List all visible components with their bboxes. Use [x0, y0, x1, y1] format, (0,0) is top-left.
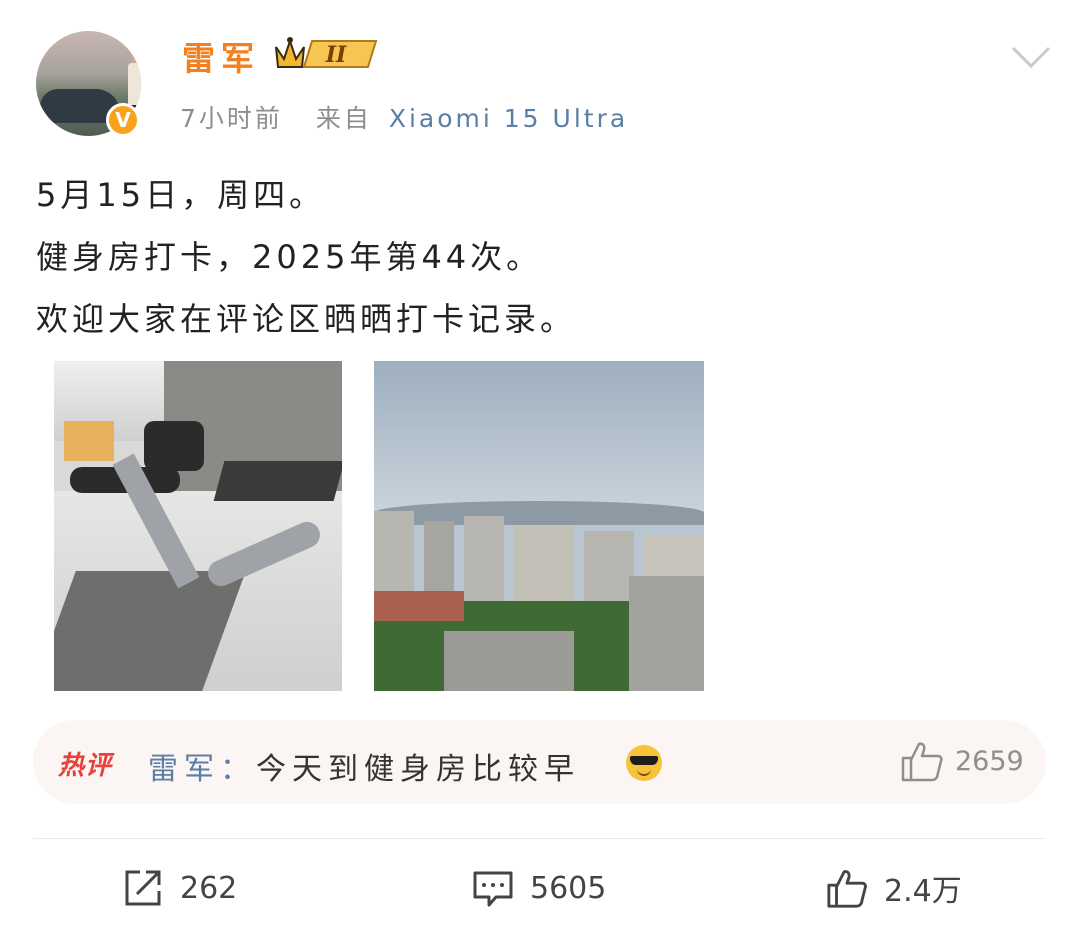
- thumbs-up-icon[interactable]: [900, 740, 944, 782]
- divider: [33, 838, 1046, 839]
- gym-sign: [64, 421, 114, 461]
- building: [444, 631, 574, 691]
- post-meta: 7小时前 来自 Xiaomi 15 Ultra: [180, 99, 628, 135]
- share-count: 262: [180, 870, 238, 906]
- share-button[interactable]: 262: [122, 866, 237, 910]
- post-line: 5月15日，周四。: [36, 176, 326, 214]
- sky: [374, 361, 704, 511]
- from-label: 来自: [315, 104, 372, 133]
- building: [464, 516, 504, 611]
- hot-comment-like-count: 2659: [955, 746, 1024, 777]
- comment-icon: [473, 871, 513, 907]
- hot-comment-body: 今天到健身房比较早: [256, 752, 580, 787]
- post-line: 欢迎大家在评论区晒晒打卡记录。: [36, 300, 577, 338]
- post-content: 5月15日，周四。 健身房打卡，2025年第44次。 欢迎大家在评论区晒晒打卡记…: [36, 164, 576, 350]
- comment-count: 5605: [530, 870, 607, 906]
- building: [584, 531, 634, 611]
- like-icon: [827, 870, 867, 908]
- machine-seat: [144, 421, 204, 471]
- like-count: 2.4万: [884, 874, 962, 909]
- sunglasses-emoji-icon: [626, 745, 662, 781]
- post-source[interactable]: Xiaomi 15 Ultra: [389, 104, 628, 133]
- rooftop: [374, 591, 464, 621]
- hot-comment-tag: 热评: [58, 751, 113, 781]
- post-time: 7小时前: [180, 104, 283, 133]
- verified-badge-icon: V: [106, 103, 140, 137]
- person-body-graphic: [128, 63, 141, 107]
- building: [629, 576, 704, 691]
- chevron-down-icon[interactable]: [1010, 40, 1052, 72]
- author-name[interactable]: 雷军: [182, 32, 260, 80]
- comment-button[interactable]: 5605: [472, 866, 606, 910]
- like-button[interactable]: 2.4万: [826, 866, 962, 910]
- building: [514, 526, 574, 611]
- city-skyline-photo[interactable]: [374, 361, 704, 691]
- hot-comment-text: 雷军：今天到健身房比较早: [148, 744, 580, 788]
- treadmill: [213, 461, 342, 501]
- post-line: 健身房打卡，2025年第44次。: [36, 238, 543, 276]
- gym-photo[interactable]: [54, 361, 342, 691]
- share-icon: [125, 870, 161, 906]
- hot-comment-author[interactable]: 雷军：: [148, 752, 256, 787]
- vip-crown-icon[interactable]: II: [272, 33, 380, 71]
- vip-level-text: II: [325, 42, 347, 68]
